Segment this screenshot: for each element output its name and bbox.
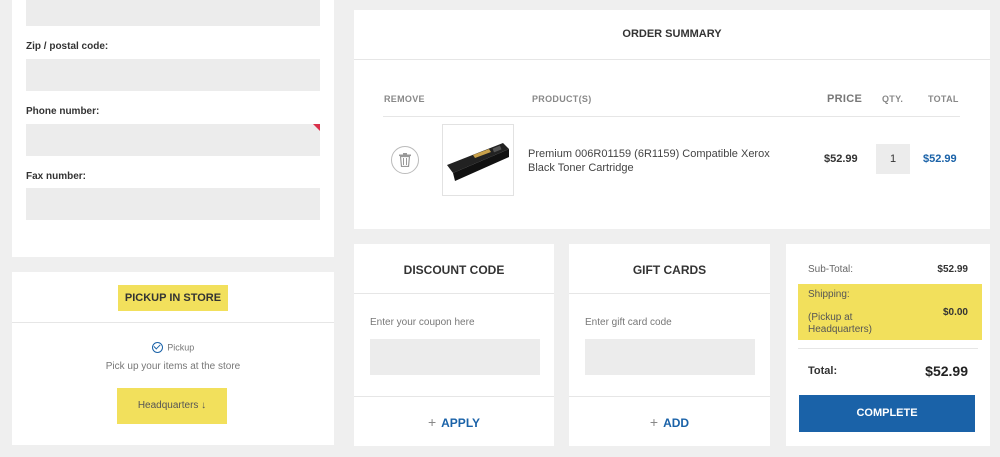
pickup-option[interactable]: Pickup [12, 342, 334, 354]
gift-cards-panel: GIFT CARDS Enter gift card code + ADD [569, 244, 770, 446]
pickup-panel: PICKUP IN STORE Pickup Pick up your item… [12, 272, 334, 445]
phone-input[interactable] [26, 124, 320, 156]
order-summary-title: ORDER SUMMARY [622, 28, 722, 40]
quantity-input[interactable]: 1 [876, 144, 910, 174]
pickup-title: PICKUP IN STORE [118, 285, 228, 311]
address-field-top[interactable] [26, 0, 320, 26]
fax-label: Fax number: [26, 171, 87, 182]
trash-icon [399, 153, 411, 167]
item-price: $52.99 [824, 153, 858, 165]
address-form-panel: Zip / postal code: Phone number: Fax num… [12, 0, 334, 257]
header-remove: REMOVE [384, 94, 425, 104]
required-marker-icon [313, 124, 320, 131]
pickup-option-label: Pickup [167, 342, 195, 353]
gift-divider-top [569, 293, 770, 294]
gift-divider-bottom [569, 396, 770, 397]
add-label: ADD [663, 416, 690, 430]
gift-cards-title: GIFT CARDS [632, 263, 707, 277]
order-summary-panel: ORDER SUMMARY REMOVE PRODUCT(S) PRICE QT… [354, 10, 990, 229]
apply-label: APPLY [441, 416, 481, 430]
order-summary-divider [354, 59, 990, 60]
discount-divider-top [354, 293, 554, 294]
plus-icon: + [649, 414, 659, 430]
header-divider [383, 116, 960, 117]
shipping-label: Shipping: [808, 289, 850, 300]
shipping-row: Shipping: (Pickup at Headquarters) $0.00 [798, 284, 982, 340]
gift-card-placeholder: Enter gift card code [585, 317, 672, 328]
shipping-value: $0.00 [942, 307, 968, 318]
toner-cartridge-image [447, 143, 509, 181]
zip-input[interactable] [26, 59, 320, 91]
totals-panel: Sub-Total: $52.99 Shipping: (Pickup at H… [786, 244, 990, 446]
add-gift-card-button[interactable]: + ADD [569, 414, 770, 430]
zip-label: Zip / postal code: [26, 41, 109, 52]
pickup-divider [12, 322, 334, 323]
store-select-button[interactable]: Headquarters ↓ [117, 388, 227, 424]
remove-item-button[interactable] [391, 146, 419, 174]
total-label: Total: [808, 365, 838, 377]
total-row: Total: $52.99 [808, 363, 968, 379]
complete-button[interactable]: COMPLETE [799, 395, 975, 432]
product-image[interactable] [442, 124, 514, 196]
total-value: $52.99 [925, 363, 968, 379]
gift-card-input[interactable] [585, 339, 755, 375]
totals-divider [798, 348, 978, 349]
phone-label: Phone number: [26, 106, 100, 117]
product-name[interactable]: Premium 006R01159 (6R1159) Compatible Xe… [528, 147, 798, 175]
discount-divider-bottom [354, 396, 554, 397]
discount-code-title: DISCOUNT CODE [403, 263, 505, 277]
header-total: TOTAL [928, 94, 959, 104]
discount-code-panel: DISCOUNT CODE Enter your coupon here + AP… [354, 244, 554, 446]
subtotal-value: $52.99 [937, 264, 968, 275]
subtotal-row: Sub-Total: $52.99 [808, 264, 968, 275]
cart-item-row: Premium 006R01159 (6R1159) Compatible Xe… [354, 122, 990, 202]
pickup-description: Pick up your items at the store [105, 361, 241, 372]
subtotal-label: Sub-Total: [808, 264, 854, 275]
fax-input[interactable] [26, 188, 320, 220]
plus-icon: + [427, 414, 437, 430]
coupon-placeholder: Enter your coupon here [370, 317, 475, 328]
check-circle-icon [151, 342, 163, 354]
apply-coupon-button[interactable]: + APPLY [354, 414, 554, 430]
header-price: PRICE [827, 93, 863, 105]
header-products: PRODUCT(S) [532, 94, 592, 104]
item-total: $52.99 [923, 153, 957, 165]
shipping-note: (Pickup at Headquarters) [808, 312, 872, 335]
coupon-input[interactable] [370, 339, 540, 375]
header-qty: QTY. [882, 94, 904, 104]
